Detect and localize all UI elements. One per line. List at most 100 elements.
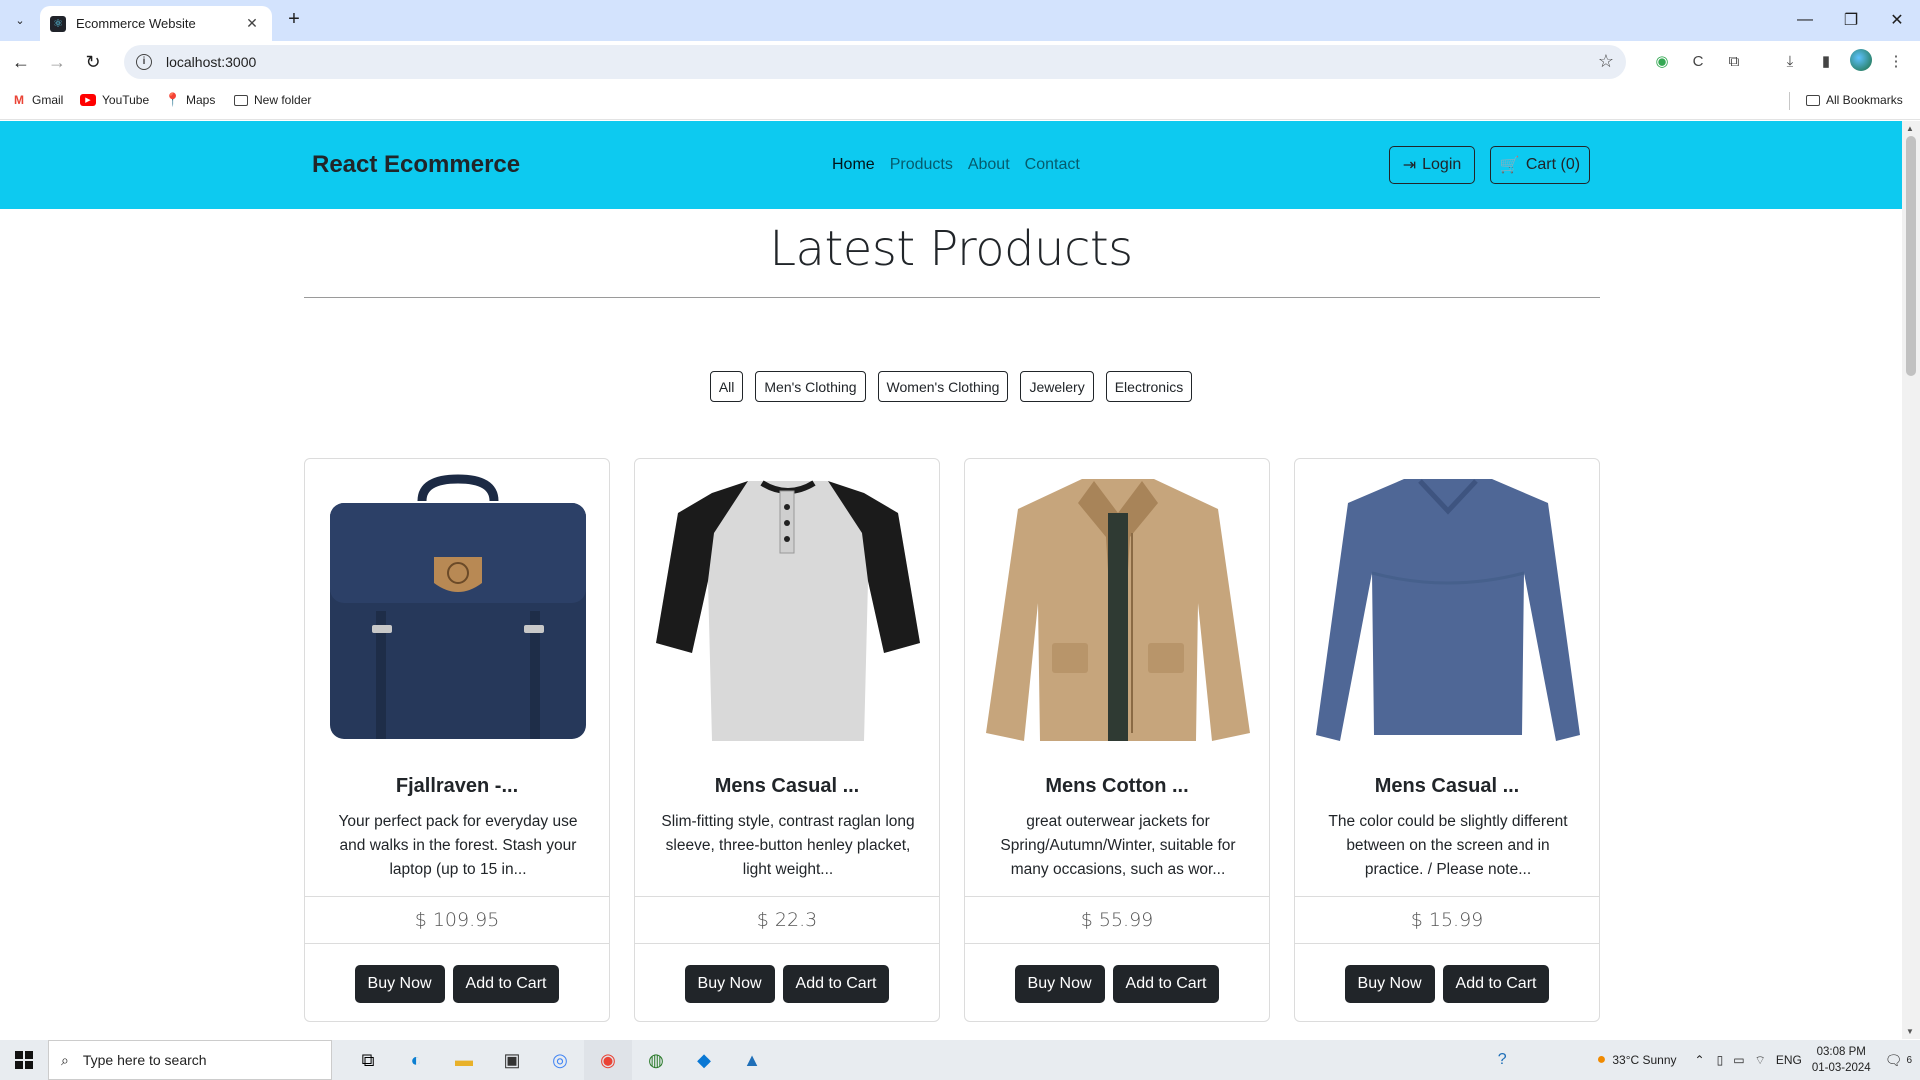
- brand-logo[interactable]: React Ecommerce: [312, 151, 520, 179]
- filter-all-button[interactable]: All: [709, 371, 744, 402]
- product-title[interactable]: Mens Cotton ...: [965, 775, 1269, 798]
- add-to-cart-button[interactable]: Add to Cart: [782, 965, 890, 1003]
- site-navbar: React Ecommerce Home Products About Cont…: [0, 121, 1902, 209]
- login-button[interactable]: ⇥ Login: [1389, 146, 1475, 184]
- extension-c-icon[interactable]: C: [1686, 49, 1710, 73]
- bookmarks-bar: M Gmail ▶ YouTube 📍 Maps New folder All …: [0, 83, 1920, 120]
- battery-icon[interactable]: ▭: [1733, 1053, 1744, 1067]
- language-indicator[interactable]: ENG: [1776, 1053, 1802, 1067]
- extensions-puzzle-icon[interactable]: ⧉: [1722, 49, 1746, 73]
- bookmark-gmail[interactable]: M Gmail: [12, 93, 63, 107]
- bookmark-maps[interactable]: 📍 Maps: [165, 92, 215, 107]
- menu-kebab-icon[interactable]: ⋮: [1884, 49, 1908, 73]
- youtube-icon: ▶: [80, 94, 96, 106]
- tray-device-icon[interactable]: ▯: [1717, 1053, 1724, 1067]
- sign-in-icon: ⇥: [1402, 157, 1417, 174]
- cart-icon: 🛒: [1499, 157, 1520, 174]
- tab-search-chevron-icon[interactable]: ⌄: [8, 8, 32, 32]
- weather-text[interactable]: 33°C Sunny: [1612, 1053, 1676, 1067]
- app-eye-icon[interactable]: ◍: [632, 1040, 680, 1080]
- extension-circle-icon[interactable]: ◉: [1650, 49, 1674, 73]
- bookmark-label: Gmail: [32, 93, 64, 107]
- windows-start-button[interactable]: [0, 1040, 48, 1080]
- edge-browser-icon[interactable]: ◐: [392, 1040, 440, 1080]
- back-arrow-icon[interactable]: ←: [8, 49, 34, 75]
- photos-icon[interactable]: ▲: [728, 1040, 776, 1080]
- page-viewport: React Ecommerce Home Products About Cont…: [0, 121, 1902, 1039]
- toolbar-icons: ◉ C ⧉ ⤓ ▮ ⋮: [1650, 49, 1908, 73]
- product-title[interactable]: Mens Casual ...: [1295, 775, 1599, 798]
- nav-link-contact[interactable]: Contact: [1025, 156, 1080, 174]
- product-price: $ 15.99: [1295, 896, 1599, 944]
- side-panel-icon[interactable]: ▮: [1814, 49, 1838, 73]
- wifi-icon[interactable]: ⌔: [1755, 1053, 1766, 1068]
- backpack-image: [322, 473, 594, 745]
- clock[interactable]: 03:08 PM 01-03-2024: [1812, 1044, 1871, 1076]
- buy-now-button[interactable]: Buy Now: [684, 965, 775, 1003]
- product-title[interactable]: Mens Casual ...: [635, 775, 939, 798]
- forward-arrow-icon[interactable]: →: [44, 49, 70, 75]
- downloads-icon[interactable]: ⤓: [1778, 49, 1802, 73]
- address-bar[interactable]: i localhost:3000 ☆: [124, 45, 1626, 79]
- tab-title: Ecommerce Website: [76, 16, 196, 31]
- bookmark-label: New folder: [254, 93, 312, 107]
- tray-chevron-up-icon[interactable]: ⌃: [1695, 1053, 1705, 1067]
- microsoft-store-icon[interactable]: ▣: [488, 1040, 536, 1080]
- browser-tab[interactable]: ⚛ Ecommerce Website ✕: [40, 6, 272, 41]
- scroll-up-arrow-icon[interactable]: ▲: [1906, 124, 1914, 133]
- profile-avatar[interactable]: [1850, 49, 1872, 71]
- windows-logo-icon: [15, 1051, 33, 1069]
- help-icon[interactable]: ?: [1498, 1051, 1507, 1069]
- bookmark-youtube[interactable]: ▶ YouTube: [80, 93, 149, 107]
- nav-link-about[interactable]: About: [968, 156, 1010, 174]
- add-to-cart-button[interactable]: Add to Cart: [452, 965, 560, 1003]
- add-to-cart-button[interactable]: Add to Cart: [1442, 965, 1550, 1003]
- chrome-dev-icon[interactable]: ◎: [536, 1040, 584, 1080]
- minimize-button[interactable]: —: [1782, 0, 1828, 40]
- close-window-button[interactable]: ✕: [1874, 0, 1920, 40]
- new-tab-button[interactable]: +: [282, 8, 306, 32]
- file-explorer-icon[interactable]: ▬: [440, 1040, 488, 1080]
- bookmark-new-folder[interactable]: New folder: [234, 93, 311, 107]
- vscode-icon[interactable]: ◆: [680, 1040, 728, 1080]
- clock-date: 01-03-2024: [1811, 1062, 1871, 1074]
- react-favicon-icon: ⚛: [50, 15, 66, 32]
- buy-now-button[interactable]: Buy Now: [1014, 965, 1105, 1003]
- page-scrollbar[interactable]: ▲ ▼: [1902, 121, 1920, 1039]
- filter-jewelery-button[interactable]: Jewelery: [1020, 371, 1094, 402]
- heading-divider: [304, 297, 1600, 298]
- notification-count: 6: [1906, 1054, 1912, 1066]
- all-bookmarks[interactable]: All Bookmarks: [1806, 93, 1903, 107]
- login-label: Login: [1422, 156, 1462, 173]
- buy-now-button[interactable]: Buy Now: [354, 965, 445, 1003]
- product-price: $ 22.3: [635, 896, 939, 944]
- nav-link-home[interactable]: Home: [832, 156, 875, 174]
- nav-link-products[interactable]: Products: [890, 156, 953, 174]
- search-icon: ⌕: [61, 1051, 69, 1068]
- url-text[interactable]: localhost:3000: [166, 54, 256, 70]
- filter-mens-clothing-button[interactable]: Men's Clothing: [755, 371, 866, 402]
- product-title[interactable]: Fjallraven -...: [305, 775, 609, 798]
- product-card: Mens Cotton ... great outerwear jackets …: [964, 458, 1270, 1022]
- reload-icon[interactable]: ↻: [80, 49, 106, 75]
- scroll-thumb[interactable]: [1906, 136, 1916, 376]
- task-view-icon[interactable]: ⧉: [344, 1040, 392, 1080]
- taskbar-search[interactable]: ⌕ Type here to search: [48, 1040, 332, 1080]
- product-actions: Buy Now Add to Cart: [965, 965, 1269, 1003]
- cart-button[interactable]: 🛒 Cart (0): [1490, 146, 1590, 184]
- henley-tshirt-image: [652, 473, 924, 745]
- scroll-down-arrow-icon[interactable]: ▼: [1906, 1027, 1914, 1036]
- chrome-browser-icon[interactable]: ◉: [584, 1040, 632, 1080]
- clock-time: 03:08 PM: [1816, 1046, 1866, 1058]
- buy-now-button[interactable]: Buy Now: [1344, 965, 1435, 1003]
- bookmark-star-icon[interactable]: ☆: [1598, 51, 1614, 72]
- site-info-icon[interactable]: i: [136, 54, 152, 70]
- filter-womens-clothing-button[interactable]: Women's Clothing: [877, 371, 1009, 402]
- add-to-cart-button[interactable]: Add to Cart: [1112, 965, 1220, 1003]
- restore-button[interactable]: ❐: [1828, 0, 1874, 40]
- tab-close-icon[interactable]: ✕: [242, 15, 262, 32]
- cotton-jacket-image: [982, 473, 1254, 745]
- product-description: Your perfect pack for everyday use and w…: [338, 813, 578, 878]
- filter-electronics-button[interactable]: Electronics: [1105, 371, 1193, 402]
- notifications-icon[interactable]: 🗨: [1885, 1052, 1903, 1069]
